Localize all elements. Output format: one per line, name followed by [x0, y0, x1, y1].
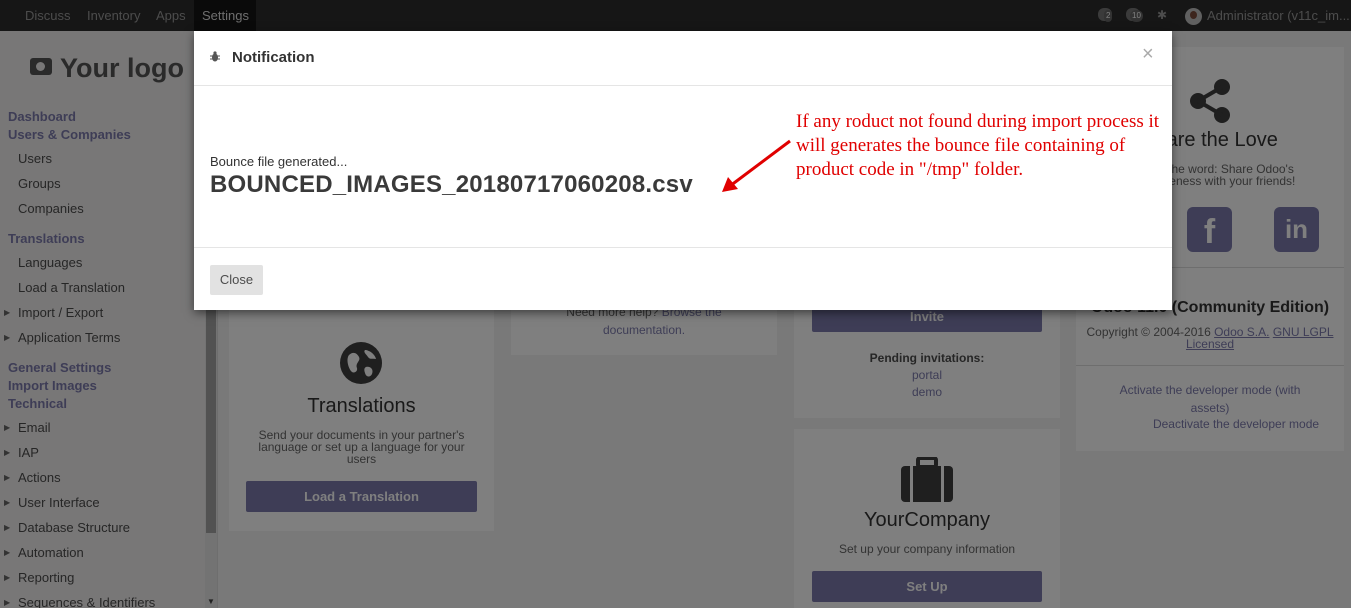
dialog-footer: Close	[194, 247, 1172, 310]
bounce-label: Bounce file generated...	[210, 154, 348, 169]
dialog-header: Notification ×	[194, 31, 1172, 86]
red-annotation-text: If any roduct not found during import pr…	[796, 111, 1160, 180]
annotation-arrow-icon	[722, 139, 791, 192]
close-icon[interactable]: ×	[1142, 43, 1154, 66]
dialog-title: Notification	[232, 49, 315, 66]
notification-dialog: Notification × Bounce file generated... …	[194, 31, 1172, 310]
bug-icon	[210, 51, 220, 62]
bounce-file-name: BOUNCED_IMAGES_20180717060208.csv	[210, 171, 693, 198]
dialog-body: Bounce file generated... BOUNCED_IMAGES_…	[194, 87, 1172, 247]
close-button[interactable]: Close	[210, 265, 263, 295]
